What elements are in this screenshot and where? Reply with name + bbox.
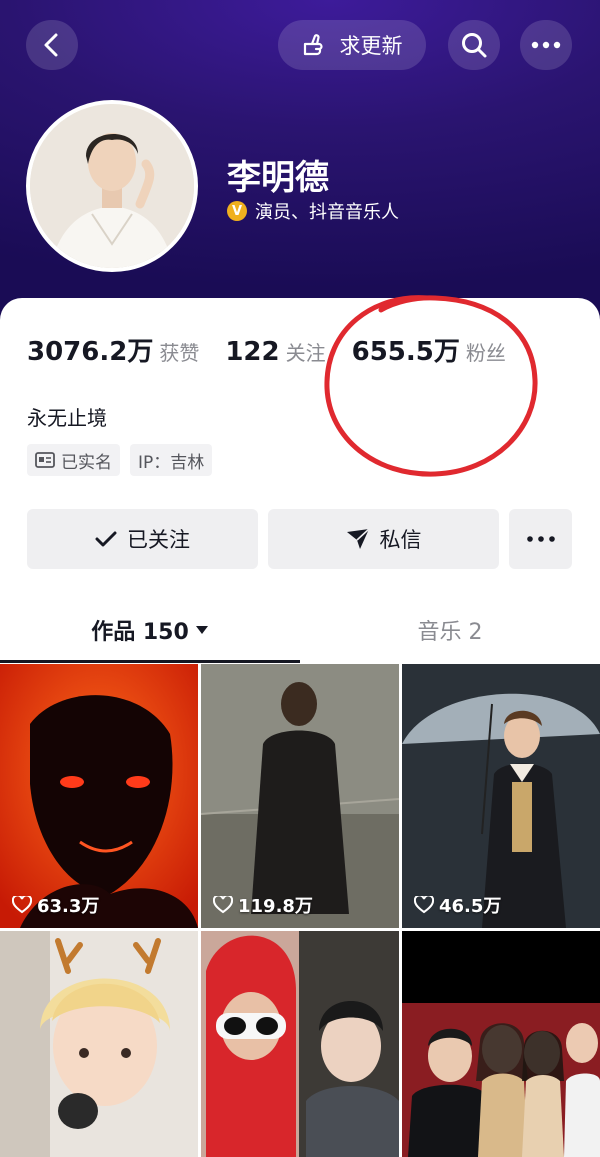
tab-label: 作品 150	[91, 620, 189, 645]
video-cover-image	[201, 931, 399, 1157]
tag-label: IP：吉林	[138, 452, 205, 473]
ip-location-tag: IP：吉林	[130, 444, 213, 476]
annotation-circle	[324, 295, 538, 477]
video-thumbnail[interactable]: 46.5万	[402, 664, 600, 928]
more-actions-button[interactable]	[509, 509, 572, 569]
caret-down-icon	[195, 626, 208, 634]
chevron-left-icon	[44, 33, 58, 57]
stat-label: 关注	[285, 341, 326, 365]
stat-label: 粉丝	[465, 341, 506, 365]
stat-value: 3076.2万	[27, 337, 154, 367]
followed-button[interactable]: 已关注	[27, 509, 258, 569]
video-thumbnail[interactable]: 63.3万	[0, 664, 198, 928]
stat-likes[interactable]: 3076.2万 获赞	[27, 331, 199, 368]
active-tab-indicator	[0, 660, 300, 663]
heart-icon	[12, 896, 32, 914]
like-count: 46.5万	[414, 892, 501, 918]
id-card-icon	[35, 452, 55, 468]
video-thumbnail[interactable]	[0, 931, 198, 1157]
tag-row: 已实名 IP：吉林	[27, 444, 213, 476]
send-icon	[346, 528, 370, 549]
heart-icon	[213, 896, 233, 914]
request-update-button[interactable]: 求更新	[278, 20, 426, 70]
like-count: 119.8万	[213, 892, 313, 918]
search-button[interactable]	[448, 20, 500, 70]
content-tabs: 作品 150 音乐 2	[0, 598, 600, 662]
more-dots-icon	[526, 536, 555, 542]
bio-text: 永无止境	[27, 406, 107, 430]
video-cover-image	[402, 931, 600, 1157]
message-button[interactable]: 私信	[268, 509, 499, 569]
tag-label: 已实名	[61, 452, 112, 473]
stat-value: 655.5万	[351, 337, 460, 367]
verification-text: 演员、抖音音乐人	[255, 202, 399, 223]
avatar[interactable]	[26, 100, 198, 272]
like-count-value: 119.8万	[238, 896, 313, 917]
stat-value: 122	[225, 337, 280, 367]
tab-music[interactable]: 音乐 2	[300, 598, 600, 662]
video-grid: 63.3万 119.8万 46.5万	[0, 664, 600, 1157]
video-thumbnail[interactable]	[201, 931, 399, 1157]
stat-followers[interactable]: 655.5万 粉丝	[352, 331, 506, 368]
verified-badge-icon: V	[227, 201, 247, 221]
heart-icon	[414, 896, 434, 914]
profile-header: 求更新 李明德 V 演员、抖音音乐人	[0, 0, 600, 320]
avatar-portrait-image	[30, 104, 194, 268]
hand-point-icon	[303, 34, 323, 56]
stats-row: 3076.2万 获赞 122 关注 655.5万 粉丝	[27, 331, 532, 368]
checkmark-icon	[95, 531, 117, 547]
action-buttons: 已关注 私信	[27, 509, 572, 569]
followed-label: 已关注	[127, 528, 190, 552]
video-thumbnail[interactable]	[402, 931, 600, 1157]
profile-name: 李明德	[227, 158, 329, 198]
search-icon	[462, 33, 487, 58]
video-cover-image	[0, 664, 198, 928]
tab-works[interactable]: 作品 150	[0, 598, 300, 662]
like-count-value: 63.3万	[37, 896, 100, 917]
stat-following[interactable]: 122 关注	[225, 337, 325, 367]
message-label: 私信	[379, 528, 422, 552]
video-cover-image	[201, 664, 399, 928]
back-button[interactable]	[26, 20, 78, 70]
more-dots-icon	[531, 41, 561, 49]
real-name-tag[interactable]: 已实名	[27, 444, 120, 476]
verification-row: V 演员、抖音音乐人	[227, 198, 399, 224]
tab-label: 音乐 2	[417, 620, 483, 645]
like-count: 63.3万	[12, 892, 99, 918]
like-count-value: 46.5万	[439, 896, 502, 917]
video-cover-image	[402, 664, 600, 928]
video-thumbnail[interactable]: 119.8万	[201, 664, 399, 928]
request-update-label: 求更新	[339, 34, 403, 58]
video-cover-image	[0, 931, 198, 1157]
more-button[interactable]	[520, 20, 572, 70]
stat-label: 获赞	[159, 341, 200, 365]
